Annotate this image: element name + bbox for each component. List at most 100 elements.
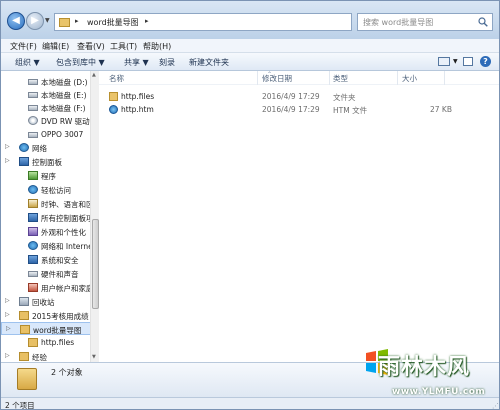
- search-icon[interactable]: [478, 17, 488, 27]
- file-row[interactable]: http.files 2016/4/9 17:29 文件夹: [107, 91, 457, 102]
- title-bar: ◀ ▶ ▼ ▸ word批量导图 ▸ ▼ ↻ 搜索 word批量导图: [1, 1, 499, 39]
- menu-help[interactable]: 帮助(H): [143, 41, 171, 52]
- nav-item-label: DVD RW 驱动: [41, 117, 90, 126]
- column-header-size[interactable]: 大小: [402, 73, 417, 84]
- scroll-down-icon[interactable]: ▼: [92, 354, 96, 360]
- nav-item[interactable]: 本地磁盘 (D:): [1, 75, 91, 88]
- all-items-icon: [28, 213, 38, 222]
- navigation-scrollbar[interactable]: ▲ ▼: [90, 71, 99, 362]
- folder-icon: [109, 92, 118, 101]
- nav-item-label: 用户帐户和家庭: [41, 284, 91, 293]
- device-icon: [28, 132, 38, 138]
- drive-icon: [28, 105, 38, 111]
- search-box[interactable]: 搜索 word批量导图: [357, 13, 493, 31]
- dvd-drive-icon: [28, 116, 38, 125]
- file-name: http.htm: [121, 105, 154, 114]
- network-icon: [19, 143, 29, 152]
- nav-item[interactable]: 外观和个性化: [1, 225, 91, 238]
- forward-button[interactable]: ▶: [26, 12, 44, 30]
- nav-item-label: 时钟、语言和区: [41, 200, 91, 209]
- explorer-window: ◀ ▶ ▼ ▸ word批量导图 ▸ ▼ ↻ 搜索 word批量导图 文件(F)…: [0, 0, 500, 410]
- nav-item-label: 经验: [32, 353, 47, 362]
- share-button[interactable]: 共享 ▼: [124, 57, 149, 68]
- folder-icon: [59, 18, 70, 27]
- nav-item-label: 程序: [41, 172, 56, 181]
- file-date: 2016/4/9 17:29: [262, 92, 320, 101]
- menu-tools[interactable]: 工具(T): [110, 41, 137, 52]
- nav-item-label: 本地磁盘 (E:): [41, 91, 87, 100]
- organize-button[interactable]: 组织 ▼: [15, 57, 40, 68]
- expand-arrow-icon[interactable]: ▷: [6, 325, 11, 332]
- file-type: 文件夹: [333, 93, 356, 102]
- nav-item[interactable]: 用户帐户和家庭: [1, 281, 91, 294]
- nav-item[interactable]: ▷ word批量导图: [1, 322, 91, 335]
- column-header-type[interactable]: 类型: [333, 73, 348, 84]
- nav-item[interactable]: 所有控制面板项: [1, 211, 91, 224]
- expand-arrow-icon[interactable]: ▷: [5, 297, 10, 304]
- nav-item[interactable]: 本地磁盘 (E:): [1, 88, 91, 101]
- preview-pane-icon[interactable]: [463, 57, 473, 66]
- drive-icon: [28, 79, 38, 85]
- menu-file[interactable]: 文件(F): [10, 41, 37, 52]
- breadcrumb-current-folder[interactable]: word批量导图: [87, 17, 139, 28]
- nav-item[interactable]: DVD RW 驱动: [1, 114, 91, 127]
- expand-arrow-icon[interactable]: ▷: [5, 143, 10, 150]
- file-row[interactable]: http.htm 2016/4/9 17:29 HTM 文件 27 KB: [107, 104, 457, 115]
- nav-item[interactable]: 程序: [1, 169, 91, 182]
- recent-pages-dropdown-icon[interactable]: ▼: [45, 17, 50, 24]
- nav-item[interactable]: ▷ 经验: [1, 350, 91, 362]
- nav-item-label: OPPO 3007: [41, 130, 84, 139]
- search-input[interactable]: 搜索 word批量导图: [363, 17, 433, 28]
- status-item-count: 2 个项目: [5, 401, 35, 410]
- folder-icon: [17, 368, 37, 390]
- watermark-brand: 雨林木风: [378, 354, 471, 380]
- column-divider[interactable]: [397, 71, 398, 85]
- network-internet-icon: [28, 241, 38, 250]
- column-divider[interactable]: [257, 71, 258, 85]
- nav-item[interactable]: 系统和安全: [1, 253, 91, 266]
- nav-item[interactable]: http.files: [1, 336, 91, 349]
- nav-item[interactable]: ▷ 2015考核用成绩: [1, 309, 91, 322]
- drive-icon: [28, 92, 38, 98]
- ease-of-access-icon: [28, 185, 38, 194]
- nav-item[interactable]: ▷ 控制面板: [1, 155, 91, 168]
- column-divider[interactable]: [444, 71, 445, 85]
- nav-item[interactable]: ▷ 网络: [1, 141, 91, 154]
- nav-item-label: 网络: [32, 144, 47, 153]
- nav-item[interactable]: 时钟、语言和区: [1, 197, 91, 210]
- help-icon[interactable]: ?: [480, 56, 491, 67]
- nav-item[interactable]: 硬件和声音: [1, 267, 91, 280]
- include-in-library-button[interactable]: 包含到库中 ▼: [56, 57, 105, 68]
- command-bar: 组织 ▼ 包含到库中 ▼ 共享 ▼ 刻录 新建文件夹 ▼ ?: [1, 53, 499, 71]
- burn-button[interactable]: 刻录: [159, 57, 175, 68]
- folder-icon: [20, 325, 30, 334]
- nav-item[interactable]: 本地磁盘 (F:): [1, 101, 91, 114]
- column-divider[interactable]: [329, 71, 330, 85]
- scroll-up-icon[interactable]: ▲: [92, 72, 96, 78]
- back-button[interactable]: ◀: [7, 12, 25, 30]
- new-folder-button[interactable]: 新建文件夹: [189, 57, 229, 68]
- htm-file-icon: [109, 105, 118, 114]
- file-date: 2016/4/9 17:29: [262, 105, 320, 114]
- nav-item[interactable]: ▷ 回收站: [1, 295, 91, 308]
- menu-view[interactable]: 查看(V): [77, 41, 105, 52]
- change-view-icon[interactable]: [438, 57, 450, 66]
- breadcrumb-chevron-icon[interactable]: ▸: [145, 17, 149, 25]
- nav-item[interactable]: 轻松访问: [1, 183, 91, 196]
- column-header-name[interactable]: 名称: [109, 73, 124, 84]
- expand-arrow-icon[interactable]: ▷: [5, 352, 10, 359]
- column-header-date[interactable]: 修改日期: [262, 73, 292, 84]
- scrollbar-thumb[interactable]: [92, 219, 99, 309]
- nav-item[interactable]: OPPO 3007: [1, 128, 91, 141]
- nav-item-label: 轻松访问: [41, 186, 71, 195]
- folder-icon: [19, 352, 29, 361]
- nav-item-label: 所有控制面板项: [41, 214, 91, 223]
- menu-bar: 文件(F) 编辑(E) 查看(V) 工具(T) 帮助(H): [1, 39, 499, 53]
- expand-arrow-icon[interactable]: ▷: [5, 157, 10, 164]
- menu-edit[interactable]: 编辑(E): [42, 41, 69, 52]
- expand-arrow-icon[interactable]: ▷: [5, 311, 10, 318]
- nav-item[interactable]: 网络和 Internet: [1, 239, 91, 252]
- address-bar[interactable]: ▸ word批量导图 ▸ ▼ ↻: [54, 13, 403, 31]
- breadcrumb-chevron-icon[interactable]: ▸: [75, 17, 79, 25]
- view-dropdown-icon[interactable]: ▼: [453, 58, 458, 65]
